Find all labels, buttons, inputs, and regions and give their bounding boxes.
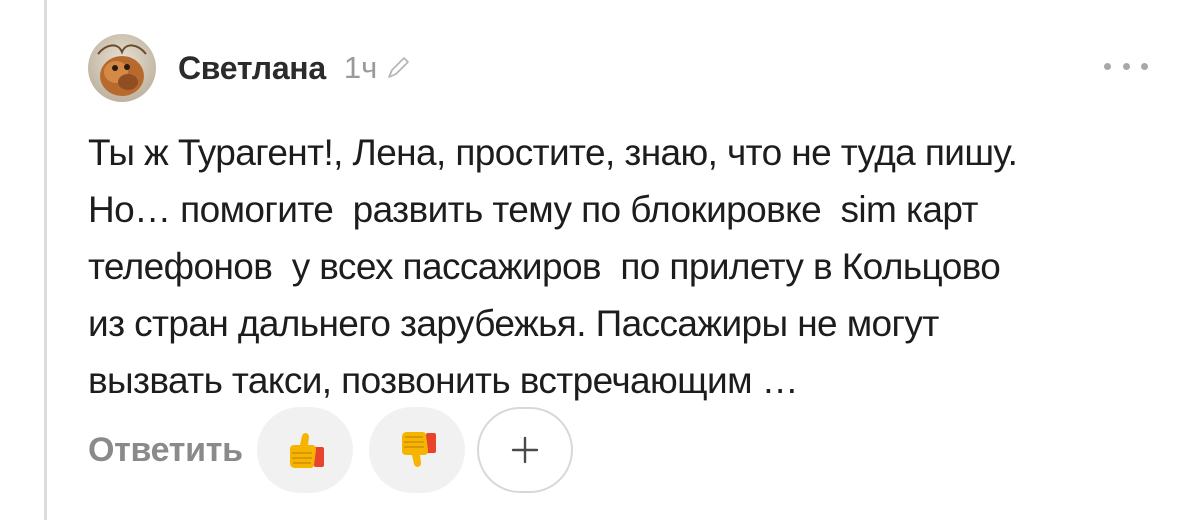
dot — [1122, 62, 1130, 70]
comment-page: Светлана 1ч Ты ж Турагент!, Лена, прости… — [0, 0, 1200, 520]
dot — [1104, 62, 1111, 70]
comment-header: Светлана 1ч — [88, 30, 1158, 106]
comment-time: 1ч — [343, 50, 378, 85]
thumbs-down-icon — [401, 432, 436, 467]
thread-line — [44, 0, 47, 520]
author-name[interactable]: Светлана — [178, 50, 326, 87]
add-reaction-button[interactable] — [476, 407, 573, 493]
comment-text: Ты ж Турагент!, Лена, простите, знаю, чт… — [88, 132, 1018, 401]
plus-icon — [511, 436, 538, 464]
avatar-image — [88, 34, 156, 102]
pencil-icon — [385, 55, 411, 81]
like-button[interactable] — [256, 407, 353, 493]
thumbs-up-icon — [289, 433, 324, 468]
dislike-button[interactable] — [368, 407, 465, 493]
reply-button[interactable]: Ответить — [88, 431, 243, 470]
more-dots-icon[interactable] — [1104, 56, 1148, 76]
dot — [1141, 62, 1148, 70]
comment-actions: Ответить — [88, 405, 573, 495]
avatar[interactable] — [88, 34, 156, 102]
comment: Светлана 1ч Ты ж Турагент!, Лена, прости… — [88, 30, 1158, 409]
